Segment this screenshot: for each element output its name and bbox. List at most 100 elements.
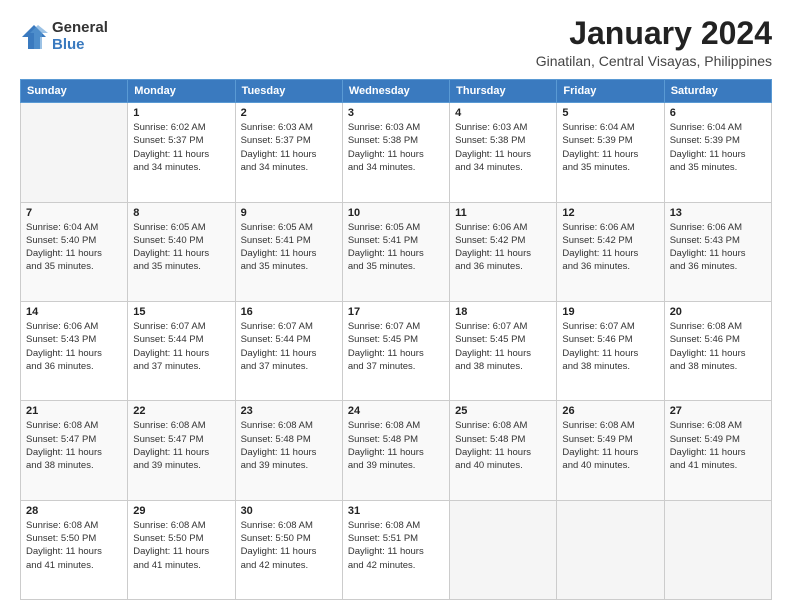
main-title: January 2024 xyxy=(536,16,772,51)
calendar-cell: 25Sunrise: 6:08 AM Sunset: 5:48 PM Dayli… xyxy=(450,401,557,500)
calendar-header-row: SundayMondayTuesdayWednesdayThursdayFrid… xyxy=(21,80,772,103)
subtitle: Ginatilan, Central Visayas, Philippines xyxy=(536,53,772,69)
calendar-cell xyxy=(450,500,557,599)
calendar-cell: 26Sunrise: 6:08 AM Sunset: 5:49 PM Dayli… xyxy=(557,401,664,500)
day-number: 24 xyxy=(348,405,444,417)
day-info: Sunrise: 6:08 AM Sunset: 5:50 PM Dayligh… xyxy=(26,519,122,572)
day-number: 7 xyxy=(26,207,122,219)
calendar-week-row: 7 Sunrise: 6:04 AM Sunset: 5:40 PM Daylig… xyxy=(21,202,772,301)
day-info: Sunrise: 6:06 AM Sunset: 5:43 PM Dayligh… xyxy=(26,320,122,373)
day-number: 27 xyxy=(670,405,766,417)
calendar-cell: 9 Sunrise: 6:05 AM Sunset: 5:41 PM Daylig… xyxy=(235,202,342,301)
logo-blue: Blue xyxy=(52,37,108,54)
calendar-cell: 24 Sunrise: 6:08 AM Sunset: 5:48 PM Dayli… xyxy=(342,401,449,500)
calendar-cell xyxy=(21,103,128,202)
calendar-cell: 10 Sunrise: 6:05 AM Sunset: 5:41 PM Dayli… xyxy=(342,202,449,301)
day-number: 4 xyxy=(455,107,551,119)
day-info: Sunrise: 6:08 AM Sunset: 5:51 PM Dayligh… xyxy=(348,519,444,572)
calendar-week-row: 1 Sunrise: 6:02 AM Sunset: 5:37 PM Daylig… xyxy=(21,103,772,202)
day-info: Sunrise: 6:04 AM Sunset: 5:40 PM Dayligh… xyxy=(26,221,122,274)
day-number: 9 xyxy=(241,207,337,219)
day-number: 14 xyxy=(26,306,122,318)
day-number: 25 xyxy=(455,405,551,417)
day-number: 6 xyxy=(670,107,766,119)
day-info: Sunrise: 6:08 AM Sunset: 5:49 PM Dayligh… xyxy=(562,419,658,472)
day-number: 23 xyxy=(241,405,337,417)
calendar-cell: 20 Sunrise: 6:08 AM Sunset: 5:46 PM Dayli… xyxy=(664,301,771,400)
calendar-table: SundayMondayTuesdayWednesdayThursdayFrid… xyxy=(20,79,772,600)
logo-general: General xyxy=(52,20,108,37)
calendar-cell: 8 Sunrise: 6:05 AM Sunset: 5:40 PM Daylig… xyxy=(128,202,235,301)
calendar-cell xyxy=(557,500,664,599)
calendar-day-header: Thursday xyxy=(450,80,557,103)
day-number: 11 xyxy=(455,207,551,219)
calendar-cell: 16 Sunrise: 6:07 AM Sunset: 5:44 PM Dayli… xyxy=(235,301,342,400)
day-info: Sunrise: 6:08 AM Sunset: 5:50 PM Dayligh… xyxy=(133,519,229,572)
day-info: Sunrise: 6:04 AM Sunset: 5:39 PM Dayligh… xyxy=(670,121,766,174)
day-number: 8 xyxy=(133,207,229,219)
day-number: 19 xyxy=(562,306,658,318)
calendar-cell: 11Sunrise: 6:06 AM Sunset: 5:42 PM Dayli… xyxy=(450,202,557,301)
page: General Blue January 2024 Ginatilan, Cen… xyxy=(0,0,792,612)
calendar-week-row: 21 Sunrise: 6:08 AM Sunset: 5:47 PM Dayli… xyxy=(21,401,772,500)
calendar-cell: 4 Sunrise: 6:03 AM Sunset: 5:38 PM Daylig… xyxy=(450,103,557,202)
day-number: 18 xyxy=(455,306,551,318)
calendar-cell: 7 Sunrise: 6:04 AM Sunset: 5:40 PM Daylig… xyxy=(21,202,128,301)
calendar-cell: 28Sunrise: 6:08 AM Sunset: 5:50 PM Dayli… xyxy=(21,500,128,599)
day-info: Sunrise: 6:03 AM Sunset: 5:38 PM Dayligh… xyxy=(455,121,551,174)
day-info: Sunrise: 6:07 AM Sunset: 5:44 PM Dayligh… xyxy=(241,320,337,373)
header: General Blue January 2024 Ginatilan, Cen… xyxy=(20,16,772,69)
day-number: 16 xyxy=(241,306,337,318)
day-info: Sunrise: 6:03 AM Sunset: 5:37 PM Dayligh… xyxy=(241,121,337,174)
calendar-cell: 14 Sunrise: 6:06 AM Sunset: 5:43 PM Dayli… xyxy=(21,301,128,400)
day-number: 29 xyxy=(133,505,229,517)
day-info: Sunrise: 6:08 AM Sunset: 5:50 PM Dayligh… xyxy=(241,519,337,572)
day-number: 21 xyxy=(26,405,122,417)
calendar-cell: 29 Sunrise: 6:08 AM Sunset: 5:50 PM Dayli… xyxy=(128,500,235,599)
calendar-week-row: 28Sunrise: 6:08 AM Sunset: 5:50 PM Dayli… xyxy=(21,500,772,599)
logo: General Blue xyxy=(20,20,108,53)
day-number: 15 xyxy=(133,306,229,318)
calendar-cell: 1 Sunrise: 6:02 AM Sunset: 5:37 PM Daylig… xyxy=(128,103,235,202)
day-number: 22 xyxy=(133,405,229,417)
calendar-cell: 31 Sunrise: 6:08 AM Sunset: 5:51 PM Dayli… xyxy=(342,500,449,599)
calendar-week-row: 14 Sunrise: 6:06 AM Sunset: 5:43 PM Dayli… xyxy=(21,301,772,400)
day-info: Sunrise: 6:07 AM Sunset: 5:46 PM Dayligh… xyxy=(562,320,658,373)
logo-text: General Blue xyxy=(52,20,108,53)
day-info: Sunrise: 6:05 AM Sunset: 5:41 PM Dayligh… xyxy=(241,221,337,274)
day-info: Sunrise: 6:02 AM Sunset: 5:37 PM Dayligh… xyxy=(133,121,229,174)
day-number: 5 xyxy=(562,107,658,119)
calendar-cell xyxy=(664,500,771,599)
day-number: 1 xyxy=(133,107,229,119)
day-number: 10 xyxy=(348,207,444,219)
day-info: Sunrise: 6:05 AM Sunset: 5:40 PM Dayligh… xyxy=(133,221,229,274)
calendar-day-header: Wednesday xyxy=(342,80,449,103)
calendar-cell: 2 Sunrise: 6:03 AM Sunset: 5:37 PM Daylig… xyxy=(235,103,342,202)
day-info: Sunrise: 6:05 AM Sunset: 5:41 PM Dayligh… xyxy=(348,221,444,274)
day-info: Sunrise: 6:08 AM Sunset: 5:49 PM Dayligh… xyxy=(670,419,766,472)
calendar-cell: 19 Sunrise: 6:07 AM Sunset: 5:46 PM Dayli… xyxy=(557,301,664,400)
calendar-cell: 21 Sunrise: 6:08 AM Sunset: 5:47 PM Dayli… xyxy=(21,401,128,500)
day-info: Sunrise: 6:07 AM Sunset: 5:45 PM Dayligh… xyxy=(455,320,551,373)
day-number: 20 xyxy=(670,306,766,318)
calendar-day-header: Sunday xyxy=(21,80,128,103)
day-number: 31 xyxy=(348,505,444,517)
calendar-cell: 15Sunrise: 6:07 AM Sunset: 5:44 PM Dayli… xyxy=(128,301,235,400)
title-block: January 2024 Ginatilan, Central Visayas,… xyxy=(536,16,772,69)
day-info: Sunrise: 6:03 AM Sunset: 5:38 PM Dayligh… xyxy=(348,121,444,174)
day-info: Sunrise: 6:08 AM Sunset: 5:47 PM Dayligh… xyxy=(133,419,229,472)
day-info: Sunrise: 6:08 AM Sunset: 5:47 PM Dayligh… xyxy=(26,419,122,472)
calendar-cell: 22 Sunrise: 6:08 AM Sunset: 5:47 PM Dayli… xyxy=(128,401,235,500)
day-number: 13 xyxy=(670,207,766,219)
calendar-cell: 3Sunrise: 6:03 AM Sunset: 5:38 PM Daylig… xyxy=(342,103,449,202)
day-info: Sunrise: 6:08 AM Sunset: 5:48 PM Dayligh… xyxy=(348,419,444,472)
day-number: 30 xyxy=(241,505,337,517)
calendar-day-header: Tuesday xyxy=(235,80,342,103)
calendar-cell: 6 Sunrise: 6:04 AM Sunset: 5:39 PM Daylig… xyxy=(664,103,771,202)
day-info: Sunrise: 6:06 AM Sunset: 5:43 PM Dayligh… xyxy=(670,221,766,274)
day-info: Sunrise: 6:04 AM Sunset: 5:39 PM Dayligh… xyxy=(562,121,658,174)
day-info: Sunrise: 6:08 AM Sunset: 5:46 PM Dayligh… xyxy=(670,320,766,373)
day-number: 2 xyxy=(241,107,337,119)
calendar-cell: 12Sunrise: 6:06 AM Sunset: 5:42 PM Dayli… xyxy=(557,202,664,301)
calendar-cell: 23Sunrise: 6:08 AM Sunset: 5:48 PM Dayli… xyxy=(235,401,342,500)
